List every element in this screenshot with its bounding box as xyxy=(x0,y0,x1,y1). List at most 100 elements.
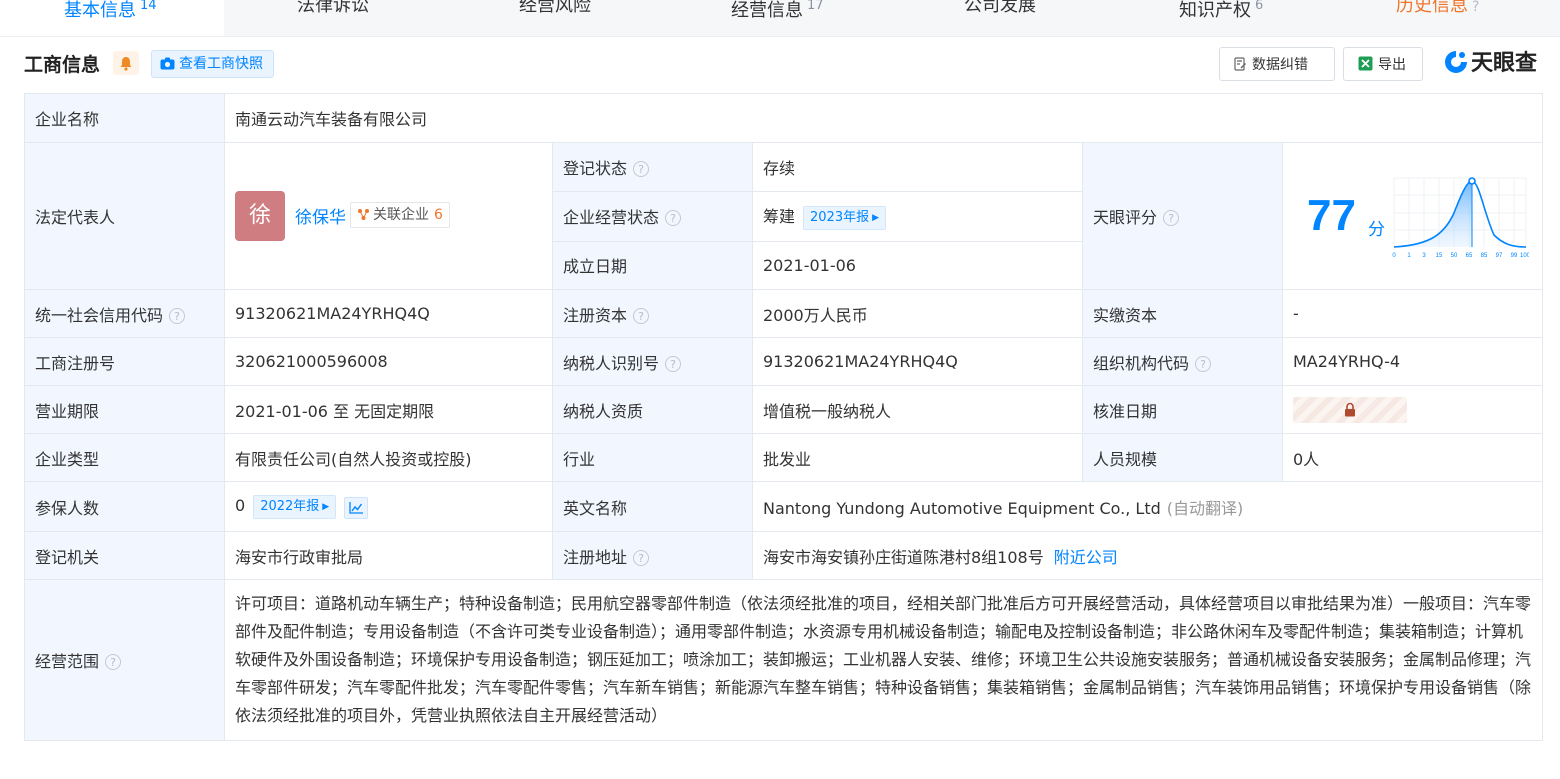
tab-operation[interactable]: 经营信息 17 xyxy=(731,0,824,24)
axis-tick: 15 xyxy=(1436,253,1443,259)
label-paid-capital: 实缴资本 xyxy=(1082,289,1283,338)
value-staff: 0人 xyxy=(1281,433,1544,482)
score-number: 77 xyxy=(1307,191,1356,240)
tab-count: 17 xyxy=(807,0,824,13)
axis-tick: 3 xyxy=(1422,253,1426,259)
top-tab-bar: 基本信息 14 法律诉讼 经营风险 经营信息 17 公司发展 知识产权 6 历史信息? xyxy=(0,0,1560,37)
label-biz-status: 企业经营状态? xyxy=(552,191,753,242)
label-text: 组织机构代码 xyxy=(1093,353,1190,373)
label-reg-no: 工商注册号 xyxy=(24,337,225,386)
help-icon[interactable]: ? xyxy=(1163,210,1180,226)
label-org-code: 组织机构代码? xyxy=(1082,337,1283,386)
axis-tick: 99 xyxy=(1511,253,1518,259)
locked-value[interactable] xyxy=(1293,396,1407,423)
brand-logo: 天眼查 xyxy=(1443,47,1537,81)
value-address: 海安市海安镇孙庄街道陈港村8组108号 附近公司 xyxy=(751,531,1544,580)
snapshot-button[interactable]: 查看工商快照 xyxy=(151,50,274,78)
tab-basic-info[interactable]: 基本信息 14 xyxy=(64,0,157,24)
value-found-date: 2021-01-06 xyxy=(752,240,1083,291)
tab-history[interactable]: 历史信息? xyxy=(1396,0,1479,24)
correction-label: 数据纠错 xyxy=(1252,57,1308,73)
label-text: 统一社会信用代码 xyxy=(35,305,164,325)
help-icon[interactable]: ? xyxy=(665,355,682,372)
avatar[interactable]: 徐 xyxy=(235,191,285,241)
label-reg-status: 登记状态? xyxy=(552,141,753,193)
label-text: 注册资本 xyxy=(563,305,628,325)
help-icon[interactable]: ? xyxy=(633,307,650,324)
help-icon[interactable]: ? xyxy=(665,210,682,227)
related-count: 6 xyxy=(434,207,443,223)
value-taxpayer-id: 91320621MA24YRHQ4Q xyxy=(752,337,1083,386)
annual-report-2022-button[interactable]: 2022年报 ▶ xyxy=(253,494,337,519)
label-approval-date: 核准日期 xyxy=(1082,385,1283,434)
network-icon xyxy=(358,209,369,220)
label-industry: 行业 xyxy=(552,433,753,482)
tab-ip[interactable]: 知识产权 6 xyxy=(1179,0,1263,24)
help-icon[interactable]: ? xyxy=(1195,355,1212,372)
label-type: 企业类型 xyxy=(24,433,225,482)
help-icon[interactable]: ? xyxy=(1472,0,1479,15)
score-unit: 分 xyxy=(1368,220,1385,240)
axis-tick: 1 xyxy=(1407,253,1411,259)
tab-label: 基本信息 xyxy=(64,0,136,21)
legal-rep-cell: 徐 徐保华 关联企业 6 xyxy=(224,142,553,290)
value-biz-status: 筹建 2023年报 ▶ xyxy=(752,191,1083,242)
axis-tick: 97 xyxy=(1496,253,1503,259)
axis-tick: 0 xyxy=(1392,253,1396,259)
tab-development[interactable]: 公司发展 xyxy=(964,0,1036,24)
label-insured: 参保人数 xyxy=(24,481,225,532)
axis-tick: 85 xyxy=(1481,253,1488,259)
value-approval-date xyxy=(1281,385,1544,434)
score-distribution-chart: 0 1 3 15 50 65 85 97 99 100 xyxy=(1392,177,1529,259)
label-company-name: 企业名称 xyxy=(24,93,225,143)
tab-label: 历史信息 xyxy=(1396,0,1468,16)
report-label: 2023年报 xyxy=(810,209,870,225)
related-companies-badge[interactable]: 关联企业 6 xyxy=(350,202,450,228)
tab-label: 公司发展 xyxy=(964,0,1036,16)
value-insured: 0 2022年报 ▶ xyxy=(224,481,553,532)
trend-chart-icon[interactable] xyxy=(344,496,369,519)
bell-icon[interactable] xyxy=(113,51,139,75)
caret-right-icon: ▶ xyxy=(322,501,330,512)
tab-legal[interactable]: 法律诉讼 xyxy=(297,0,369,24)
label-legal-rep: 法定代表人 xyxy=(24,142,225,290)
label-text: 企业经营状态 xyxy=(563,208,660,228)
label-found-date: 成立日期 xyxy=(552,240,753,291)
value-tax-qual: 增值税一般纳税人 xyxy=(752,385,1083,434)
help-icon[interactable]: ? xyxy=(633,161,650,178)
label-scope: 经营范围? xyxy=(24,579,225,741)
insured-count: 0 xyxy=(235,495,246,515)
related-label: 关联企业 xyxy=(373,207,429,223)
help-icon[interactable]: ? xyxy=(105,654,122,670)
axis-tick: 50 xyxy=(1451,253,1458,259)
tab-label: 知识产权 xyxy=(1179,0,1251,21)
axis-tick: 100 xyxy=(1520,253,1529,259)
label-score: 天眼评分? xyxy=(1082,142,1283,290)
annual-report-2023-button[interactable]: 2023年报 ▶ xyxy=(803,205,887,230)
export-button[interactable]: 导出 xyxy=(1343,47,1423,81)
data-correction-button[interactable]: 数据纠错 xyxy=(1219,47,1335,81)
camera-icon xyxy=(160,57,175,70)
value-reg-capital: 2000万人民币 xyxy=(752,289,1083,338)
tianyancha-logo-icon xyxy=(1445,51,1467,73)
legal-rep-name-link[interactable]: 徐保华 xyxy=(295,203,346,228)
snapshot-label: 查看工商快照 xyxy=(179,56,263,72)
tab-count: 6 xyxy=(1255,0,1264,13)
report-label: 2022年报 xyxy=(260,498,320,514)
label-term: 营业期限 xyxy=(24,385,225,434)
section-title: 工商信息 xyxy=(24,54,101,76)
value-en-name: Nantong Yundong Automotive Equipment Co.… xyxy=(751,481,1544,532)
label-reg-capital: 注册资本? xyxy=(552,289,753,338)
label-authority: 登记机关 xyxy=(24,531,225,580)
nearby-companies-link[interactable]: 附近公司 xyxy=(1054,548,1118,567)
value-term: 2021-01-06 至 无固定期限 xyxy=(224,385,553,434)
tab-risk[interactable]: 经营风险 xyxy=(519,0,591,24)
help-icon[interactable]: ? xyxy=(633,549,650,566)
value-company-name: 南通云动汽车装备有限公司 xyxy=(223,93,1544,143)
tab-label: 经营风险 xyxy=(519,0,591,16)
value-paid-capital: - xyxy=(1281,289,1544,338)
label-text: 经营范围 xyxy=(35,652,100,671)
lock-icon xyxy=(1345,402,1355,416)
label-credit-code: 统一社会信用代码? xyxy=(24,289,225,338)
help-icon[interactable]: ? xyxy=(169,307,186,324)
